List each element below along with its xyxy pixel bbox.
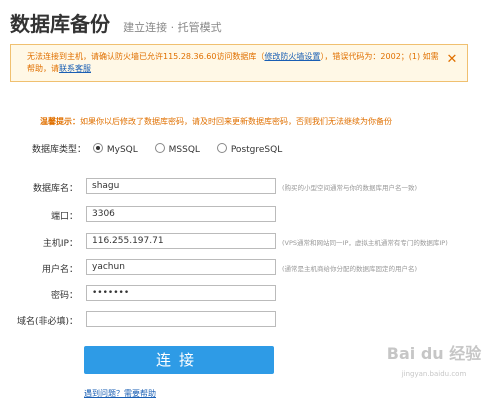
watermark-logo: Bai du 经验 [386, 344, 482, 363]
port-label: 端口： [50, 212, 78, 222]
port-input[interactable] [86, 206, 276, 222]
host-ip-label: 主机IP： [42, 239, 78, 249]
password-label: 密码： [50, 291, 78, 301]
db-type-option-postgresql[interactable]: PostgreSQL [216, 143, 282, 155]
warning-notice: 温馨提示：如果你以后修改了数据库密码，请及时回来更新数据库密码，否则我们无法继续… [40, 116, 392, 127]
page-header: 数据库备份 建立连接 · 托管模式 [10, 8, 222, 38]
help-link[interactable]: 遇到问题？需要帮助 [84, 388, 156, 399]
db-name-hint: (购买的小型空间通常与你的数据库用户名一致) [282, 184, 418, 192]
db-type-option-mssql[interactable]: MSSQL [154, 143, 200, 155]
username-hint: (通常是主机商给你分配的数据库固定的用户名) [282, 265, 418, 273]
radio-unselected-icon[interactable] [154, 143, 165, 153]
domain-label: 域名(非必填)： [16, 317, 78, 327]
error-alert: 无法连接到主机，请确认防火墙已允许115.28.36.60访问数据库（修改防火墙… [10, 44, 468, 82]
warning-text: 如果你以后修改了数据库密码，请及时回来更新数据库密码，否则我们无法继续为你备份 [80, 117, 392, 126]
error-text-2: 访问数据库（ [216, 52, 265, 61]
host-ip-hint: (VPS通常和网站同一IP，虚拟主机通常有专门的数据库IP) [282, 239, 448, 247]
page-title: 数据库备份 [10, 12, 110, 36]
radio-selected-icon[interactable] [92, 143, 103, 153]
close-icon[interactable]: ✕ [445, 53, 459, 67]
contact-support-link[interactable]: 联系客服 [59, 64, 91, 73]
db-type-row: 数据库类型： MySQL MSSQL PostgreSQL [32, 142, 296, 158]
firewall-settings-link[interactable]: 修改防火墙设置 [264, 52, 320, 61]
host-ip-input[interactable] [86, 233, 276, 249]
db-name-label: 数据库名： [32, 184, 78, 194]
username-input[interactable] [86, 259, 276, 275]
connect-button[interactable]: 连接 [84, 346, 274, 374]
radio-unselected-icon[interactable] [216, 143, 227, 153]
password-input[interactable] [86, 285, 276, 301]
db-type-option-mysql[interactable]: MySQL [92, 143, 138, 155]
error-text-1: 无法连接到主机，请确认防火墙已允许 [27, 52, 163, 61]
page-subtitle: 建立连接 · 托管模式 [123, 21, 222, 34]
db-name-input[interactable] [86, 178, 276, 194]
warning-label: 温馨提示： [40, 117, 80, 126]
baidu-watermark: Bai du 经验 jingyan.baidu.com [374, 339, 494, 389]
watermark-url: jingyan.baidu.com [401, 370, 467, 378]
domain-input[interactable] [86, 311, 276, 327]
db-type-label: 数据库类型： [32, 145, 87, 155]
username-label: 用户名： [41, 265, 78, 275]
error-ip: 115.28.36.60 [163, 52, 217, 61]
